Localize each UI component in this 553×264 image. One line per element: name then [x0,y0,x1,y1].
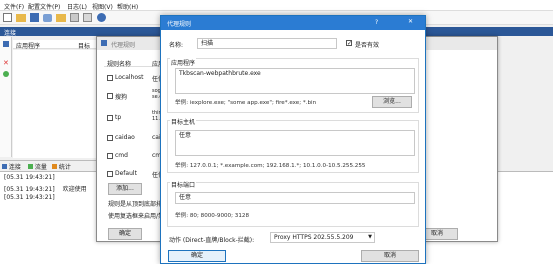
menu-view[interactable]: 视图(V) [92,2,113,11]
rule-checkbox[interactable] [107,171,113,177]
host-field[interactable]: 任意 [175,130,415,156]
name-field[interactable]: 扫描 [197,38,337,49]
pin-icon[interactable] [3,41,9,47]
edit-dialog-title: 代理规则 [167,21,192,28]
tab-traffic[interactable]: 流量 [28,162,47,171]
tab-connections-icon [2,164,7,169]
save-icon[interactable] [30,13,39,22]
log-line: [05.31 19:43:21] [4,194,55,201]
app-group: 应用程序 Tkbscan-webpathbrute.exe 举例: iexplo… [167,58,419,113]
app-hint: 举例: iexplore.exe; "some app.exe"; fire*.… [175,100,317,106]
link-icon[interactable] [43,14,52,22]
col-target-header[interactable]: 目标 [78,41,90,50]
menubar: 文件(F) 配置文件(P) 日志(L) 视图(V) 帮助(H) [0,0,553,11]
menu-log[interactable]: 日志(L) [67,2,87,11]
rule-name: 搜狗 [115,94,128,101]
rules-ok-button[interactable]: 确定 [108,228,142,240]
menu-help[interactable]: 帮助(H) [117,2,138,11]
col-app-header[interactable]: 应用程序 [16,41,40,50]
name-label: 名称: [169,42,184,49]
rule-name: caidao [115,134,135,141]
add-rule-button[interactable]: 添加... [108,183,142,195]
edit-dialog-titlebar[interactable]: 代理规则 ? ✕ [161,16,425,30]
action-label: 动作 (Direct-直牌/Block-拦截): [169,237,255,244]
tab-connections-label: 连接 [8,164,21,171]
log-text: 欢迎使用 [62,186,87,193]
enabled-label: 是否有效 [355,42,380,49]
rule-checkbox[interactable] [107,135,113,141]
rules-dialog-title: 代理规则 [111,42,136,49]
rules-icon[interactable] [83,13,92,22]
tab-stats[interactable]: 统计 [52,162,71,171]
rule-name: cmd [115,152,128,159]
port-field[interactable]: 任意 [175,192,415,204]
log-time: [05.31 19:43:21] [4,194,55,201]
host-group: 目标主机 任意 举例: 127.0.0.1; *.example.com; 19… [167,117,419,173]
rule-checkbox[interactable] [107,75,113,81]
edit-cancel-button[interactable]: 取消 [361,250,419,262]
help-icon[interactable] [97,13,106,22]
log-time: [05.31 19:43:21] [4,174,55,181]
menu-file[interactable]: 文件(F) [4,2,24,11]
port-group-label: 目标端口 [170,180,197,189]
tab-stats-label: 统计 [58,164,71,171]
rules-dialog-icon [101,40,107,46]
side-strip: ✕ [0,37,12,157]
action-value: Proxy HTTPS 202.55.5.209 [274,234,354,241]
refresh-icon[interactable] [3,71,9,77]
rules-note-1: 规则是从顶到底部排 [108,201,163,208]
host-hint: 举例: 127.0.0.1; *.example.com; 192.168.1.… [175,163,366,169]
connections-table-header: 应用程序 目标 [13,40,108,50]
host-group-label: 目标主机 [170,117,197,126]
bottom-tabs: 连接 流量 统计 [0,160,110,171]
browse-button[interactable]: 浏览... [372,96,412,108]
rules-note-2: 使用复选框来启用/禁 [108,213,165,220]
edit-rule-dialog: 代理规则 ? ✕ 名称: 扫描 ✓ 是否有效 应用程序 Tkbscan-webp… [160,15,426,264]
port-group: 目标端口 任意 举例: 80; 8000-9000; 3128 [167,180,419,227]
enabled-checkbox[interactable]: ✓ [346,40,352,47]
col-rule-name[interactable]: 规则名称 [107,59,131,68]
rule-checkbox[interactable] [107,115,113,121]
connections-table-body [13,50,108,158]
rule-checkbox[interactable] [107,153,113,159]
log-line: [05.31 19:43:21] [4,174,55,181]
tab-connections[interactable]: 连接 [2,162,21,171]
new-icon[interactable] [3,13,12,22]
app-field[interactable]: Tkbscan-webpathbrute.exe [175,68,415,94]
help-button[interactable]: ? [375,19,378,26]
open-icon[interactable] [16,14,26,22]
folder-icon[interactable] [56,14,66,22]
action-select[interactable]: Proxy HTTPS 202.55.5.209 ▼ [270,232,375,243]
close-icon[interactable]: ✕ [3,59,9,67]
edit-ok-button[interactable]: 确定 [168,250,226,262]
rule-name: Default [115,170,137,177]
tab-traffic-label: 流量 [34,164,47,171]
connections-title: 连接 [4,30,17,37]
rule-checkbox[interactable] [107,93,113,99]
tab-traffic-icon [28,164,33,169]
port-hint: 举例: 80; 8000-9000; 3128 [175,213,250,219]
menu-profile[interactable]: 配置文件(P) [28,2,60,11]
log-time: [05.31 19:43:21] [4,186,55,193]
profile-icon[interactable] [70,13,79,22]
chevron-down-icon: ▼ [368,234,372,240]
rule-name: Localhost [115,74,144,81]
rule-name: tp [115,114,122,121]
tab-stats-icon [52,164,57,169]
log-line: [05.31 19:43:21] 欢迎使用 [4,184,87,193]
app-group-label: 应用程序 [170,58,197,67]
close-button[interactable]: ✕ [408,18,413,25]
